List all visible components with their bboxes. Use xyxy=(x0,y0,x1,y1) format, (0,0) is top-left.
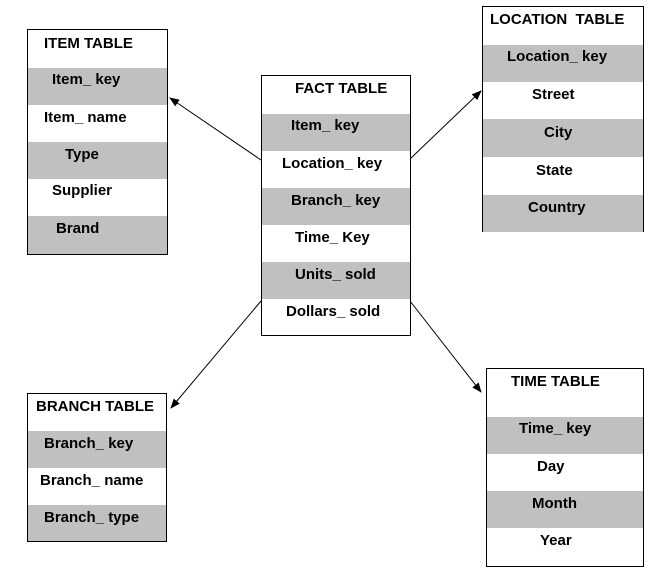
arrow-fact-to-time xyxy=(409,300,482,393)
location-field-street: Street xyxy=(532,86,575,103)
fact-field-location-key: Location_ key xyxy=(282,155,383,172)
branch-table-title: BRANCH TABLE xyxy=(36,398,155,415)
time-field-month: Month xyxy=(487,491,643,528)
branch-field-branch-type: Branch_ type xyxy=(28,505,166,541)
location-table-title: LOCATION TABLE xyxy=(490,11,625,28)
fact-field-dollars-sold: Dollars_ sold xyxy=(286,303,381,320)
location-field-location-key: Location_ key xyxy=(483,45,643,82)
fact-table: FACT TABLE Item_ key Location_ key Branc… xyxy=(261,75,411,336)
item-field-item-name: Item_ name xyxy=(44,109,127,126)
item-table: ITEM TABLE Item_ key Item_ name Type Sup… xyxy=(27,29,168,255)
item-field-brand: Brand xyxy=(28,216,167,254)
time-field-time-key: Time_ key xyxy=(487,417,643,454)
branch-table: BRANCH TABLE Branch_ key Branch_ name Br… xyxy=(27,393,167,542)
item-field-type: Type xyxy=(28,142,167,179)
fact-field-time-key: Time_ Key xyxy=(295,229,370,246)
arrow-fact-to-branch xyxy=(170,300,262,409)
fact-field-item-key: Item_ key xyxy=(262,114,410,151)
branch-field-branch-key: Branch_ key xyxy=(28,431,166,468)
time-field-day: Day xyxy=(537,458,565,475)
fact-field-branch-key: Branch_ key xyxy=(262,188,410,225)
location-table: LOCATION TABLE Location_ key Street City… xyxy=(482,6,644,232)
item-field-item-key: Item_ key xyxy=(28,68,167,105)
time-table: TIME TABLE Time_ key Day Month Year xyxy=(486,368,644,567)
fact-field-units-sold: Units_ sold xyxy=(262,262,410,299)
branch-field-branch-name: Branch_ name xyxy=(40,472,144,489)
location-field-city: City xyxy=(483,119,643,157)
item-table-title: ITEM TABLE xyxy=(44,35,133,52)
arrow-fact-to-item xyxy=(169,97,262,161)
arrow-fact-to-location xyxy=(409,90,482,160)
location-field-state: State xyxy=(536,162,573,179)
item-field-supplier: Supplier xyxy=(52,182,113,199)
location-field-country: Country xyxy=(483,195,643,232)
time-field-year: Year xyxy=(540,532,572,549)
fact-table-title: FACT TABLE xyxy=(295,80,388,97)
time-table-title: TIME TABLE xyxy=(511,373,600,390)
